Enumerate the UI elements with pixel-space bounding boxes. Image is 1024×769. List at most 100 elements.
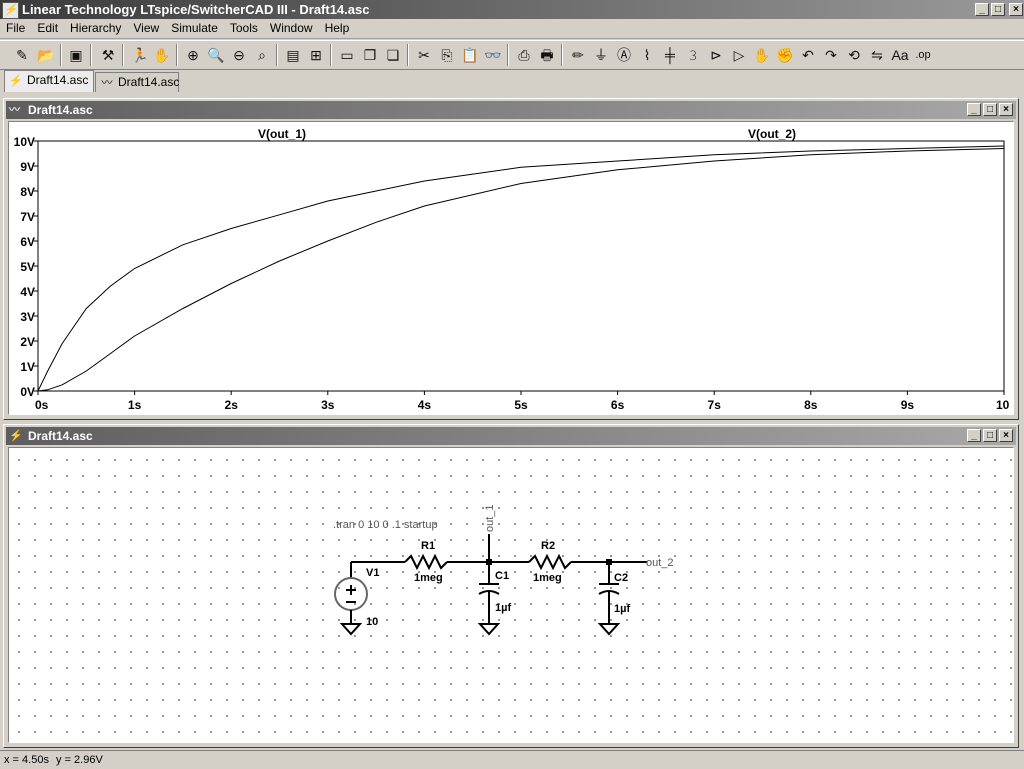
trace-label-out2[interactable]: V(out_2) [748,127,796,141]
control-panel-icon[interactable]: ⚒ [98,45,118,65]
tile-horizontal-icon[interactable]: ▭ [337,45,357,65]
tab-schematic[interactable]: ⚡ Draft14.asc [4,70,94,92]
spice-directive[interactable]: .tran 0 10 0 .1 startup [333,519,438,531]
r2-value: 1meg [533,572,562,584]
close-button[interactable]: × [1009,3,1023,16]
manual-limits-icon[interactable]: ⊞ [306,45,326,65]
trace-out2[interactable] [37,148,1005,392]
waveform-plot-area[interactable]: 0V 1V 2V 3V 4V 5V 6V 7V 8V 9V 10V 0s 1s 2s 3s 4s 5s 6s 7s 8… [8,121,1014,415]
menu-view[interactable]: View [127,19,165,37]
print-setup-icon[interactable]: ⎙ [514,45,534,65]
text-icon[interactable]: Aa [890,45,910,65]
zoom-fit-icon[interactable]: ⌕ [252,45,272,65]
schematic-window-title: Draft14.asc [28,429,93,443]
c1-name: C1 [495,570,509,582]
waveform-maximize-button[interactable]: □ [983,103,997,116]
trace-label-out1[interactable]: V(out_1) [258,127,306,141]
c1-value: 1µf [495,602,511,614]
schematic-drawing[interactable]: .tran 0 10 0 .1 startup V1 10 R1 1meg ou… [9,448,1015,744]
menu-hierarchy[interactable]: Hierarchy [64,19,127,37]
x-tick-label: 3s [321,398,335,412]
menu-help[interactable]: Help [319,19,356,37]
y-tick-label: 10V [14,135,35,149]
schematic-minimize-button[interactable]: _ [967,429,981,442]
menu-file[interactable]: File [0,19,31,37]
cursor-y-readout: y = 2.96V [56,754,103,766]
resistor-icon[interactable]: ⌇ [637,45,657,65]
net-label-out2[interactable]: out_2 [646,557,674,569]
menu-window[interactable]: Window [264,19,319,37]
run-icon[interactable]: 🏃 [130,45,150,65]
schematic-close-button[interactable]: × [999,429,1013,442]
toolbar: ✎ 📂 ▣ ⚒ 🏃 ✋ ⊕ 🔍 ⊖ ⌕ ▤ ⊞ ▭ ❐ ❏ ✂ ⎘ 📋 👓 ⎙ … [0,40,1024,70]
zoom-in-icon[interactable]: ⊕ [183,45,203,65]
mirror-icon[interactable]: ⇋ [867,45,887,65]
paste-icon[interactable]: 📋 [460,45,480,65]
v1-value: 10 [366,616,378,628]
x-tick-label: 9s [901,398,915,412]
spice-directive-icon[interactable]: .op [913,45,933,65]
schematic-window-caption[interactable]: ⚡ Draft14.asc _ □ × [6,427,1016,445]
save-icon[interactable]: ▣ [66,45,86,65]
find-icon[interactable]: 👓 [483,45,503,65]
component-icon[interactable]: ▷ [729,45,749,65]
resistor-r2[interactable] [489,553,647,571]
inductor-icon[interactable]: 𝟹 [683,45,703,65]
halt-icon[interactable]: ✋ [152,45,172,65]
y-tick-label: 6V [20,235,35,249]
x-tick-label: 6s [611,398,625,412]
waveform-close-button[interactable]: × [999,103,1013,116]
app-title-bar[interactable]: ⚡ Linear Technology LTspice/SwitcherCAD … [0,0,1024,19]
undo-icon[interactable]: ↶ [798,45,818,65]
cursor-x-readout: x = 4.50s [4,754,49,766]
tab-waveform[interactable]: 〰 Draft14.asc [95,72,179,92]
cascade-icon[interactable]: ❐ [360,45,380,65]
waveform-window-caption[interactable]: 〰 Draft14.asc _ □ × [6,101,1016,119]
menu-tools[interactable]: Tools [224,19,264,37]
minimize-button[interactable]: _ [975,3,989,16]
new-schematic-icon[interactable]: ✎ [12,45,32,65]
v1-name: V1 [366,567,379,579]
schematic-canvas[interactable]: .tran 0 10 0 .1 startup V1 10 R1 1meg ou… [8,447,1014,743]
resistor-r1[interactable] [404,553,489,571]
draw-wire-icon[interactable]: ✏ [568,45,588,65]
label-net-icon[interactable]: Ⓐ [614,45,634,65]
pan-icon[interactable]: 🔍 [206,45,226,65]
waveform-plot[interactable]: 0V 1V 2V 3V 4V 5V 6V 7V 8V 9V 10V 0s 1s 2s 3s 4s 5s 6s 7s 8… [9,122,1009,414]
waveform-window-title: Draft14.asc [28,103,93,117]
drag-icon[interactable]: ✊ [775,45,795,65]
x-tick-label: 5s [514,398,528,412]
menu-edit[interactable]: Edit [31,19,64,37]
waveform-icon: 〰 [101,77,113,89]
document-tabs: ⚡ Draft14.asc 〰 Draft14.asc [0,70,1024,94]
menu-simulate[interactable]: Simulate [165,19,224,37]
waveform-minimize-button[interactable]: _ [967,103,981,116]
move-icon[interactable]: ✋ [752,45,772,65]
window-title: Linear Technology LTspice/SwitcherCAD II… [22,2,370,17]
close-all-icon[interactable]: ❏ [383,45,403,65]
app-icon[interactable]: ⚡ [2,2,19,19]
capacitor-icon[interactable]: ╪ [660,45,680,65]
open-icon[interactable]: 📂 [36,45,56,65]
y-tick-label: 7V [20,210,35,224]
print-icon[interactable]: 🖶 [537,45,557,65]
cut-icon[interactable]: ✂ [414,45,434,65]
y-tick-label: 0V [20,385,35,399]
rotate-icon[interactable]: ⟲ [844,45,864,65]
ground-icon[interactable]: ⏚ [591,45,611,65]
copy-icon[interactable]: ⎘ [437,45,457,65]
tab-waveform-label: Draft14.asc [118,75,180,89]
maximize-button[interactable]: □ [991,3,1005,16]
waveform-window: 〰 Draft14.asc _ □ × 0V 1V 2V 3V 4V 5V 6V 7V 8V 9V… [3,98,1019,420]
autorange-icon[interactable]: ▤ [283,45,303,65]
x-tick-label: 4s [418,398,432,412]
trace-out1[interactable] [37,145,1005,392]
schematic-maximize-button[interactable]: □ [983,429,997,442]
waveform-icon: 〰 [9,104,20,116]
diode-icon[interactable]: ⊳ [706,45,726,65]
zoom-out-icon[interactable]: ⊖ [229,45,249,65]
c2-name: C2 [614,572,628,584]
x-tick-label: 0s [35,398,49,412]
net-label-out1[interactable]: out_1 [484,504,496,532]
redo-icon[interactable]: ↷ [821,45,841,65]
